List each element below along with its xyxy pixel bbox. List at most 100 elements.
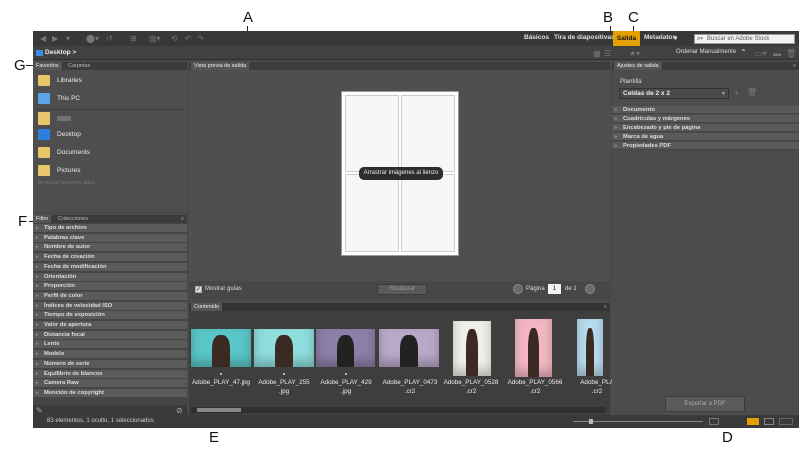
filter-row[interactable]: Valor de apertura (33, 321, 187, 330)
page-number-input[interactable]: 1 (548, 284, 561, 294)
filter-row[interactable]: Modelo (33, 350, 187, 360)
camera-raw-icon[interactable]: ⊞ (130, 34, 137, 43)
preview-page: Arrastrar imágenes al lienzo (341, 91, 459, 256)
output-section[interactable]: Marca de agua (612, 133, 799, 141)
restore-button[interactable]: Restaurar (377, 284, 427, 295)
status-bar: 83 elementos, 1 oculto, 1 seleccionados (33, 415, 799, 428)
show-guides-checkbox[interactable]: ✓ (195, 286, 202, 293)
show-guides-label: Mostrar guías (205, 286, 242, 292)
stock-search-input[interactable]: ⌕▾ Buscar en Adobe Stock (694, 34, 795, 44)
redo-icon[interactable]: ↷ (197, 34, 204, 43)
add-template-icon[interactable]: + (734, 88, 739, 98)
fav-this-pc[interactable]: This PC (38, 93, 80, 104)
delete-icon[interactable]: 🗑 (786, 49, 796, 58)
workspace-metadata-menu[interactable]: Metadatos (644, 34, 676, 41)
filter-row[interactable]: Perfil de color (33, 291, 187, 301)
thumbnail-image[interactable] (515, 319, 552, 377)
fav-documents[interactable]: Documents (38, 147, 90, 158)
thumbnail-image[interactable] (453, 321, 491, 376)
content-scrollbar[interactable] (191, 407, 605, 413)
fav-pictures[interactable]: Pictures (38, 165, 80, 176)
undo-icon[interactable]: ↶ (185, 34, 192, 43)
fav-desktop[interactable]: Desktop (38, 129, 81, 140)
fav-libraries[interactable]: Libraries (38, 75, 82, 86)
output-section[interactable]: Propiedades PDF (612, 142, 799, 150)
filter-row[interactable]: Orientación (33, 272, 187, 282)
pin-icon[interactable]: ✎ (36, 406, 43, 415)
output-menu-icon[interactable]: ≡ (789, 62, 799, 70)
filter-row[interactable]: Palabras clave (33, 233, 187, 243)
clear-filter-icon[interactable]: ⊘ (176, 406, 183, 415)
thumbnail-name: Adobe_PLAY_255 .jpg (258, 379, 310, 395)
page-of-label: de 1 (565, 286, 577, 292)
filter-row[interactable]: Nombre de autor (33, 243, 187, 253)
tab-output-settings[interactable]: Ajustes de salida (614, 62, 662, 70)
filter-row[interactable]: Mención de copyright (33, 388, 187, 398)
search-placeholder: Buscar en Adobe Stock (707, 36, 770, 42)
filter-row[interactable]: Tipo de archivo (33, 224, 187, 233)
list-view-icon[interactable]: ☰ (604, 49, 611, 58)
thumbnail-image[interactable] (316, 329, 375, 367)
output-section[interactable]: Cuadrículas y márgenes (612, 115, 799, 123)
list-view-status-icon[interactable] (779, 418, 793, 425)
output-section[interactable]: Documento (612, 106, 799, 114)
tab-collections[interactable]: Colecciones (55, 215, 91, 223)
filter-row[interactable]: Fecha de modificación (33, 262, 187, 272)
panel-menu-icon[interactable]: ≡ (177, 215, 187, 223)
details-view-icon[interactable] (764, 418, 774, 425)
thumbnail-image[interactable] (577, 319, 603, 376)
forward-icon[interactable]: ▶ (52, 34, 58, 43)
export-pdf-button[interactable]: Exportar a PDF (665, 396, 745, 412)
grid-lock-icon[interactable] (709, 418, 719, 425)
refine-icon[interactable]: ↺ (106, 34, 113, 43)
path-bar: Desktop > ▦ ☰ ★▾ Ordenar Manualmente ⌃ ▭… (33, 46, 799, 60)
new-folder-icon[interactable]: ▥▾ (149, 34, 161, 43)
tab-output-preview[interactable]: Vista previa de salida (191, 62, 250, 70)
fav-user-folder[interactable] (38, 112, 71, 125)
thumbnail-view-icon[interactable] (747, 418, 759, 425)
filter-row[interactable]: Fecha de creación (33, 253, 187, 263)
grid-view-icon[interactable]: ▦ (593, 49, 601, 58)
back-icon[interactable]: ◀ (40, 34, 46, 43)
thumbnail-image[interactable] (254, 329, 314, 367)
thumbnail-image[interactable] (379, 329, 439, 367)
filter-row[interactable]: Proporción (33, 282, 187, 292)
new-folder-path-icon[interactable]: ▬ (773, 49, 781, 58)
sort-ascending-icon[interactable]: ⌃ (740, 48, 747, 57)
workspace-output-active[interactable]: Salida (613, 31, 640, 46)
thumbnail-figure (466, 329, 478, 376)
output-section[interactable]: Encabezado y pie de página (612, 124, 799, 132)
tab-filter[interactable]: Filtro (33, 215, 52, 223)
breadcrumb-desktop[interactable]: Desktop > (45, 49, 76, 56)
get-photos-icon[interactable]: ⬤▾ (86, 34, 99, 43)
prev-page-icon[interactable] (513, 284, 523, 294)
rotate-icon[interactable]: ⟲ (171, 34, 178, 43)
filter-row[interactable]: Distancia focal (33, 330, 187, 340)
star-filter-icon[interactable]: ★▾ (629, 49, 640, 58)
workspace-filmstrip[interactable]: Tira de diapositivas (554, 34, 615, 41)
filter-row[interactable]: Lente (33, 340, 187, 350)
tab-folders[interactable]: Carpetas (65, 62, 94, 70)
rating-dot (283, 373, 285, 375)
thumbnail-image[interactable] (191, 329, 251, 367)
callout-d: D (722, 429, 733, 446)
tab-content[interactable]: Contenido (191, 303, 223, 311)
open-recent-icon[interactable]: ▭▾ (755, 49, 767, 58)
sort-menu[interactable]: Ordenar Manualmente (676, 49, 736, 55)
workspace-basics[interactable]: Básicos (524, 34, 549, 41)
filter-row[interactable]: Índices de velocidad ISO (33, 301, 187, 311)
filter-row[interactable]: Número de serie (33, 359, 187, 369)
metadata-chevron-icon[interactable]: ▾ (674, 34, 677, 42)
template-select[interactable]: Celdas de 2 x 2 ▾ (619, 88, 729, 99)
filter-row[interactable]: Camera Raw (33, 379, 187, 389)
next-page-icon[interactable] (585, 284, 595, 294)
content-menu-icon[interactable]: ≡ (600, 303, 610, 311)
tab-favorites[interactable]: Favoritos (33, 62, 62, 70)
recent-dropdown-icon[interactable]: ▾ (66, 34, 70, 43)
fav-hint: Arrastrar favoritos aquí... (38, 180, 99, 186)
scrollbar-thumb[interactable] (197, 408, 241, 412)
zoom-slider-thumb[interactable] (589, 419, 593, 424)
filter-row[interactable]: Tiempo de exposición (33, 311, 187, 321)
filter-row[interactable]: Equilibrio de blancos (33, 369, 187, 379)
delete-template-icon[interactable]: 🗑 (747, 88, 757, 97)
